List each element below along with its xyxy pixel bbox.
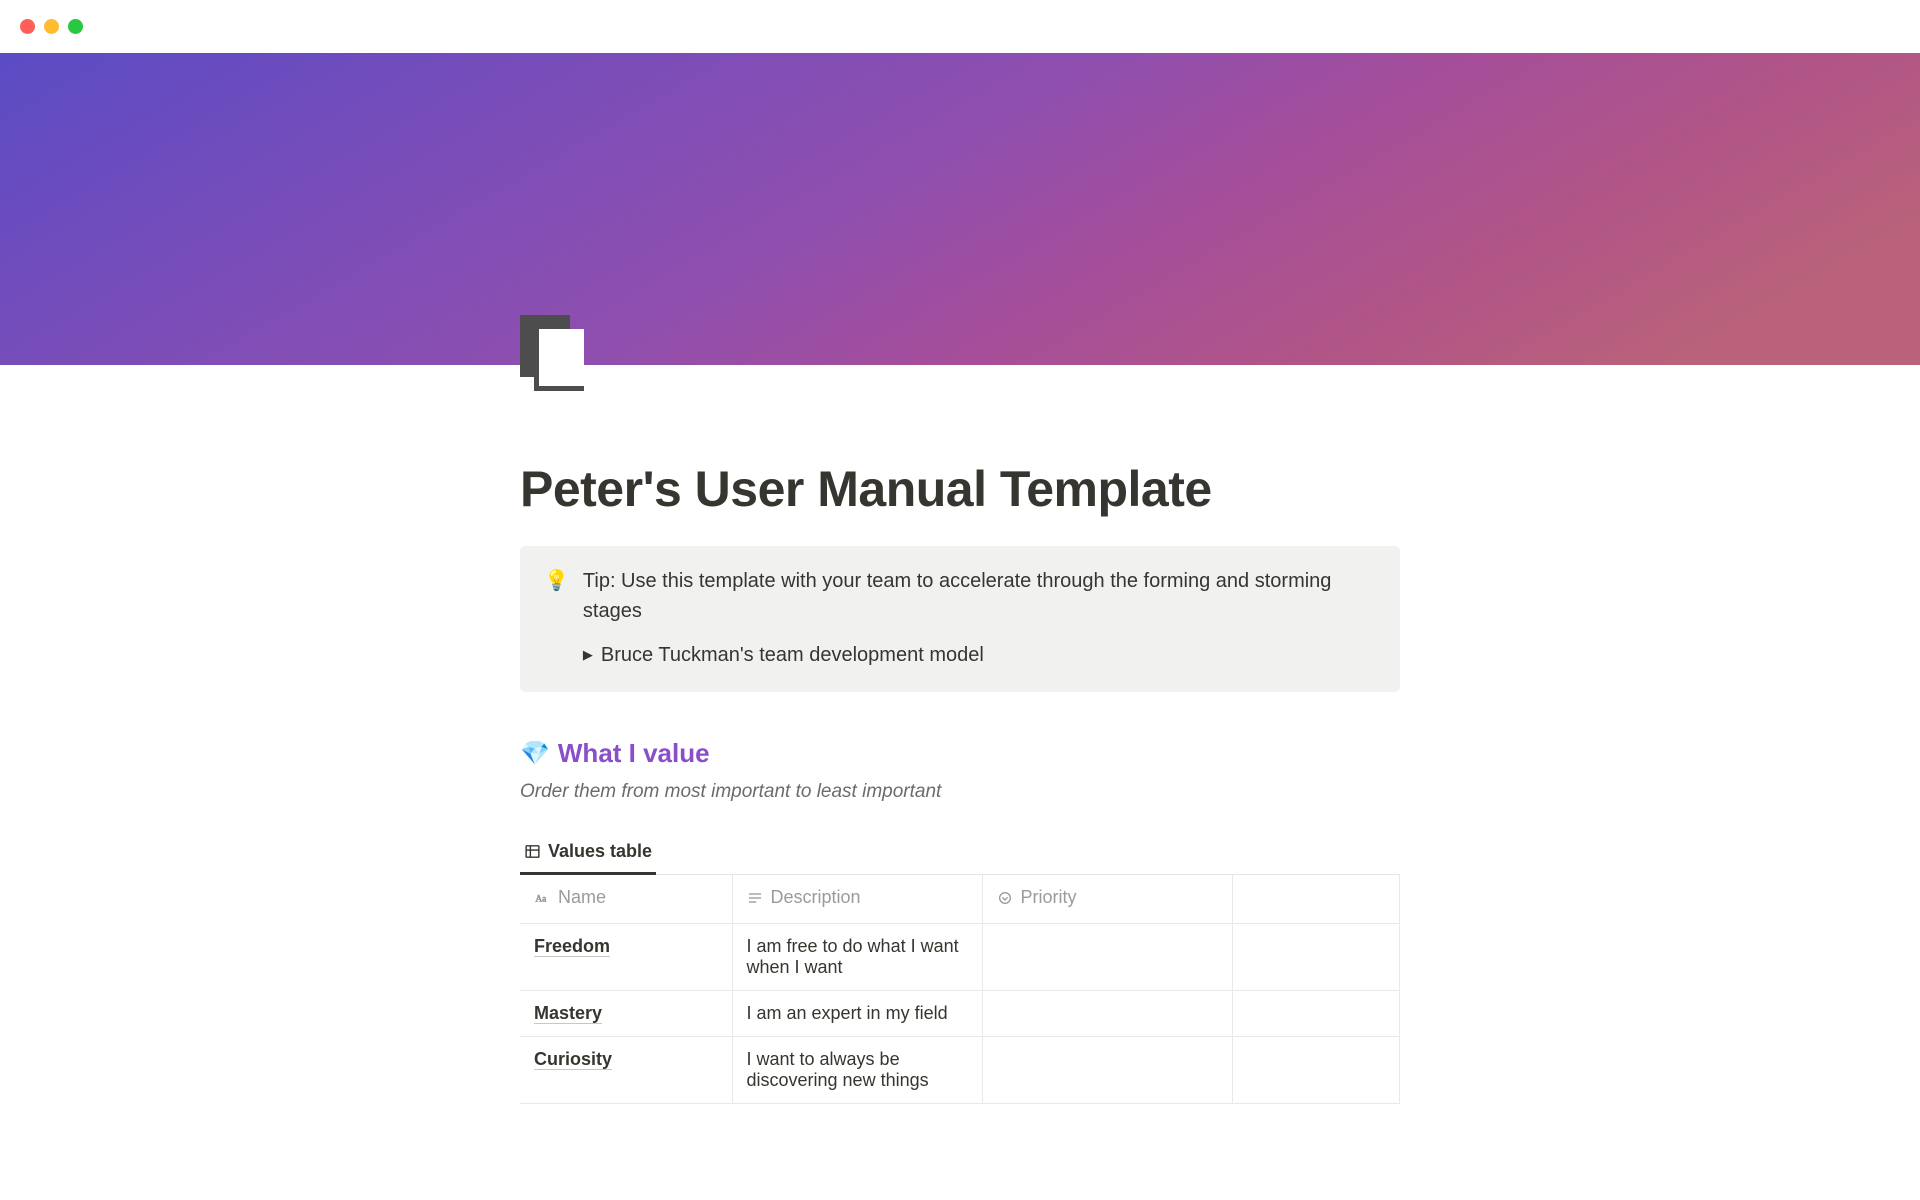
cell-priority[interactable] (982, 990, 1232, 1036)
page-title[interactable]: Peter's User Manual Template (520, 365, 1400, 518)
toggle-label: Bruce Tuckman's team development model (601, 640, 984, 670)
column-header-description[interactable]: Description (732, 875, 982, 923)
cell-priority[interactable] (982, 1036, 1232, 1103)
window-zoom-button[interactable] (68, 19, 83, 34)
section-subtitle[interactable]: Order them from most important to least … (520, 781, 1400, 803)
tab-label: Values table (548, 841, 652, 862)
svg-text:Aa: Aa (535, 894, 547, 904)
callout-toggle[interactable]: ▶ Bruce Tuckman's team development model (583, 640, 1376, 670)
section-heading-text: What I value (558, 738, 710, 769)
toggle-triangle-icon: ▶ (583, 645, 593, 665)
cell-description[interactable]: I am an expert in my field (732, 990, 982, 1036)
window-minimize-button[interactable] (44, 19, 59, 34)
column-header-empty[interactable] (1232, 875, 1400, 923)
table-row[interactable]: Freedom I am free to do what I want when… (520, 923, 1400, 990)
tab-values-table[interactable]: Values table (520, 833, 656, 875)
gem-icon: 💎 (520, 739, 550, 768)
text-property-icon: Aa (534, 890, 550, 906)
cell-name[interactable]: Freedom (520, 923, 732, 990)
table-icon (524, 843, 541, 860)
window-titlebar (0, 0, 1920, 53)
callout-text[interactable]: Tip: Use this template with your team to… (583, 566, 1376, 626)
cell-empty[interactable] (1232, 1036, 1400, 1103)
tip-callout[interactable]: 💡 Tip: Use this template with your team … (520, 546, 1400, 692)
page-icon[interactable] (520, 315, 590, 395)
cell-empty[interactable] (1232, 923, 1400, 990)
select-property-icon (997, 890, 1013, 906)
column-header-priority[interactable]: Priority (982, 875, 1232, 923)
cell-priority[interactable] (982, 923, 1232, 990)
cell-empty[interactable] (1232, 990, 1400, 1036)
cell-name[interactable]: Mastery (520, 990, 732, 1036)
page-cover[interactable] (0, 53, 1920, 365)
lightbulb-icon: 💡 (544, 566, 569, 670)
database-tabs: Values table (520, 833, 1400, 875)
table-row[interactable]: Curiosity I want to always be discoverin… (520, 1036, 1400, 1103)
cell-description[interactable]: I want to always be discovering new thin… (732, 1036, 982, 1103)
values-table: Aa Name Description (520, 875, 1400, 1104)
multiline-text-icon (747, 890, 763, 906)
column-header-name[interactable]: Aa Name (520, 875, 732, 923)
section-heading-values[interactable]: 💎 What I value (520, 738, 1400, 769)
cell-name[interactable]: Curiosity (520, 1036, 732, 1103)
cell-description[interactable]: I am free to do what I want when I want (732, 923, 982, 990)
table-row[interactable]: Mastery I am an expert in my field (520, 990, 1400, 1036)
window-close-button[interactable] (20, 19, 35, 34)
